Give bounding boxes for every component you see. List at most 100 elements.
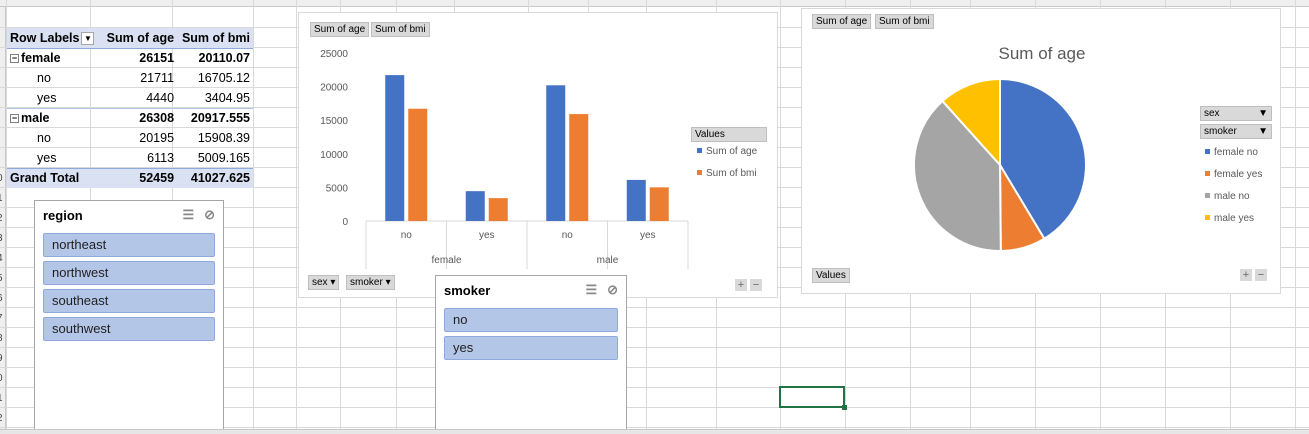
legend-swatch (1205, 215, 1210, 220)
axis-field-button-sex[interactable]: sex ▾ (308, 275, 340, 290)
pivot-table[interactable]: Row Labels ▼ Sum of age Sum of bmi − femal… (7, 28, 253, 188)
clear-filter-icon[interactable]: ⊘ (204, 207, 215, 223)
sum-of-age-cell[interactable]: 6113 (102, 148, 177, 168)
legend-swatch (1205, 193, 1210, 198)
pivot-row[interactable]: no 21711 16705.12 (7, 68, 253, 88)
slicer-item-northeast[interactable]: northeast (43, 233, 215, 257)
legend-label[interactable]: female yes (1214, 169, 1262, 180)
sum-of-age-header: Sum of age (101, 28, 178, 49)
bar-sum-of-bmi[interactable] (569, 114, 589, 221)
legend-label[interactable]: female no (1214, 147, 1258, 158)
collapse-field-button[interactable]: − (750, 279, 762, 291)
sum-of-age-cell[interactable]: 26151 (101, 47, 178, 68)
sum-of-bmi-cell[interactable]: 5009.165 (177, 148, 253, 168)
sum-of-bmi-cell[interactable]: 20110.07 (177, 47, 253, 68)
pivot-item-label[interactable]: no (7, 128, 102, 148)
sum-of-age-cell[interactable]: 20195 (102, 128, 177, 148)
row-number[interactable]: 2 (0, 413, 3, 424)
pivot-row[interactable]: − male 26308 20917.555 (7, 107, 253, 128)
grand-total-label: Grand Total (7, 167, 102, 188)
multi-select-icon[interactable]: ☰ (585, 282, 597, 298)
row-number[interactable]: 2 (0, 213, 3, 224)
row-number[interactable]: 1 (0, 193, 3, 204)
x-tick-label: no (562, 230, 574, 241)
y-tick-label: 10000 (320, 150, 348, 161)
values-field-button[interactable]: Values (812, 268, 850, 283)
legend-label[interactable]: Sum of age (706, 146, 758, 157)
pivot-row[interactable]: yes 4440 3404.95 (7, 88, 253, 108)
pivot-row[interactable]: no 20195 15908.39 (7, 128, 253, 148)
x-tick-label: no (401, 230, 413, 241)
slicer-title: smoker (444, 282, 491, 298)
slicer-item-southwest[interactable]: southwest (43, 317, 215, 341)
collapse-icon[interactable]: − (10, 114, 19, 124)
slicer-item-no[interactable]: no (444, 308, 618, 332)
field-button-smoker[interactable]: smoker ▼ (1200, 124, 1272, 139)
axis-field-button-smoker[interactable]: smoker ▾ (346, 275, 395, 290)
group-label: female (431, 255, 461, 266)
row-number[interactable]: 9 (0, 353, 3, 364)
sum-of-age-cell[interactable]: 26308 (101, 107, 178, 128)
row-number[interactable]: 1 (0, 393, 3, 404)
legend-label[interactable]: Sum of bmi (706, 168, 757, 179)
row-number[interactable]: 3 (0, 233, 3, 244)
row-number[interactable]: 0 (0, 173, 3, 184)
legend-label[interactable]: male yes (1214, 213, 1254, 224)
selected-cell[interactable] (779, 386, 847, 410)
slicer-item-southeast[interactable]: southeast (43, 289, 215, 313)
multi-select-icon[interactable]: ☰ (182, 207, 194, 223)
column-header-bar[interactable] (0, 0, 1309, 7)
pie-chart[interactable]: Sum of age Sum of bmi Sum of age female n… (801, 8, 1281, 294)
row-number[interactable]: 4 (0, 253, 3, 264)
bar-sum-of-age[interactable] (385, 75, 405, 221)
sum-of-age-cell[interactable]: 21711 (102, 68, 177, 88)
collapse-field-button[interactable]: − (1255, 269, 1267, 281)
slicer-item-yes[interactable]: yes (444, 336, 618, 360)
grand-total-bmi[interactable]: 41027.625 (177, 167, 253, 188)
row-number[interactable]: 0 (0, 373, 3, 384)
sum-of-bmi-cell[interactable]: 20917.555 (177, 107, 253, 128)
bar-sum-of-age[interactable] (546, 85, 566, 221)
expand-field-button[interactable]: + (1240, 269, 1252, 281)
grand-total-age[interactable]: 52459 (101, 167, 178, 188)
bar-sum-of-bmi[interactable] (488, 198, 508, 221)
bar-sum-of-age[interactable] (465, 191, 485, 221)
legend-label[interactable]: male no (1214, 191, 1250, 202)
sum-of-bmi-cell[interactable]: 15908.39 (177, 128, 253, 148)
bar-sum-of-age[interactable] (626, 179, 646, 221)
grand-total-row[interactable]: Grand Total 52459 41027.625 (7, 167, 253, 188)
pivot-row[interactable]: − female 26151 20110.07 (7, 47, 253, 68)
region-slicer[interactable]: region ☰ ⊘ northeast northwest southeast so… (34, 200, 224, 434)
row-number[interactable]: 6 (0, 293, 3, 304)
collapse-icon[interactable]: − (10, 54, 19, 64)
filter-dropdown-icon[interactable]: ▼ (81, 31, 95, 45)
sheet-tab-bar[interactable] (0, 429, 1309, 434)
clear-filter-icon[interactable]: ⊘ (607, 282, 618, 298)
pivot-group-label[interactable]: − male (7, 107, 102, 128)
slicer-item-northwest[interactable]: northwest (43, 261, 215, 285)
pivot-item-label[interactable]: yes (7, 148, 102, 168)
bar-sum-of-bmi[interactable] (408, 108, 428, 221)
legend-swatch (1205, 149, 1210, 154)
group-label: male (597, 255, 619, 266)
sum-of-age-cell[interactable]: 4440 (102, 88, 177, 108)
grid-column-line (780, 0, 781, 434)
bar-sum-of-bmi[interactable] (649, 187, 669, 221)
row-number[interactable]: 8 (0, 333, 3, 344)
y-tick-label: 0 (342, 217, 348, 228)
field-button-sex[interactable]: sex ▼ (1200, 106, 1272, 121)
pivot-row[interactable]: yes 6113 5009.165 (7, 148, 253, 168)
pivot-group-label[interactable]: − female (7, 47, 102, 68)
sum-of-bmi-cell[interactable]: 16705.12 (177, 68, 253, 88)
expand-field-button[interactable]: + (735, 279, 747, 291)
row-labels-header[interactable]: Row Labels ▼ (7, 28, 102, 49)
bar-chart[interactable]: Sum of age Sum of bmi 0 5000 10000 15000 200… (298, 12, 778, 298)
row-number[interactable]: 5 (0, 273, 3, 284)
smoker-slicer[interactable]: smoker ☰ ⊘ no yes (435, 275, 627, 434)
sum-of-bmi-cell[interactable]: 3404.95 (177, 88, 253, 108)
pivot-item-label[interactable]: no (7, 68, 102, 88)
legend-field-button-values[interactable]: Values (691, 127, 767, 142)
row-number[interactable]: 7 (0, 313, 3, 324)
pivot-item-label[interactable]: yes (7, 88, 102, 108)
x-tick-label: yes (640, 230, 656, 241)
